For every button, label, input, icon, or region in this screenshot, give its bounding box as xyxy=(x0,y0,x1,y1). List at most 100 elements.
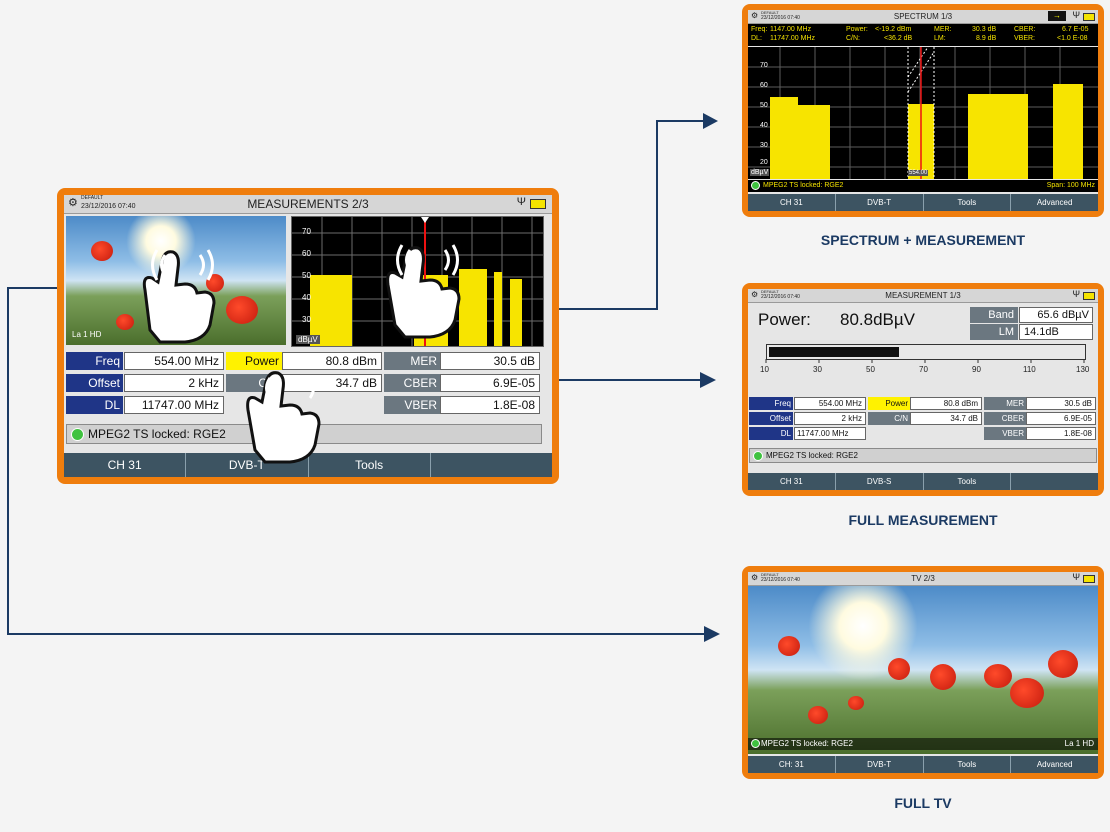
spectrum-caption: SPECTRUM + MEASUREMENT xyxy=(820,232,1026,248)
tick-20: 20 xyxy=(760,159,768,166)
measurement-caption: FULL MEASUREMENT xyxy=(848,512,998,528)
lock-status-text: MPEG2 TS locked: RGE2 xyxy=(763,182,844,189)
softkey-tools[interactable]: Tools xyxy=(924,194,1012,211)
softkey-channel[interactable]: CH: 31 xyxy=(748,756,836,773)
lm-label[interactable]: LM xyxy=(970,324,1018,340)
cn-label[interactable]: C/N xyxy=(868,412,910,425)
freq-label: Freq: xyxy=(751,26,768,33)
softkey-tools[interactable]: Tools xyxy=(924,473,1012,490)
antenna-icon: Ψ xyxy=(1072,289,1080,299)
battery-icon xyxy=(1083,575,1095,583)
spectrum-plot[interactable]: 70 60 50 40 30 20 dBµV 554.00 xyxy=(748,47,1098,179)
band-label[interactable]: Band xyxy=(970,307,1018,323)
softkey-channel[interactable]: CH 31 xyxy=(748,194,836,211)
scale-70: 70 xyxy=(919,365,928,374)
tv-device-screen: ⚙ DEFAULT 23/12/2016 07:40 TV 2/3 Ψ MPEG… xyxy=(742,566,1104,779)
lock-status: MPEG2 TS locked: RGE2 xyxy=(749,448,1097,463)
cber-label[interactable]: CBER xyxy=(984,412,1026,425)
screen-title: MEASUREMENT 1/3 xyxy=(885,291,961,300)
mer-value: 30.5 dB xyxy=(1026,397,1096,410)
power-value: 80.8dBµV xyxy=(840,310,916,329)
tick-70: 70 xyxy=(760,62,768,69)
hand-tap-icon xyxy=(142,246,461,464)
softkey-standard[interactable]: DVB-T xyxy=(836,756,924,773)
tick-60: 60 xyxy=(760,82,768,89)
softkey-bar: CH 31 DVB-T Tools Advanced xyxy=(748,194,1098,211)
tv-channel-label: La 1 HD xyxy=(1064,739,1094,748)
power-level-fill xyxy=(769,347,900,357)
scale-50: 50 xyxy=(866,365,875,374)
header-bar: ⚙ DEFAULT 23/12/2016 07:40 MEASUREMENT 1… xyxy=(748,289,1098,303)
vber-value: 1.8E-08 xyxy=(1026,427,1096,440)
tv-status-overlay: MPEG2 TS locked: RGE2 La 1 HD xyxy=(748,738,1098,750)
measurement-device-screen: ⚙ DEFAULT 23/12/2016 07:40 MEASUREMENT 1… xyxy=(742,283,1104,496)
scale-10: 10 xyxy=(760,365,769,374)
battery-icon xyxy=(1083,292,1095,300)
lock-status-text: MPEG2 TS locked: RGE2 xyxy=(766,451,858,460)
lm-label: LM: xyxy=(934,35,946,42)
power-level-bar xyxy=(766,344,1086,360)
softkey-standard[interactable]: DVB-S xyxy=(836,473,924,490)
tv-picture[interactable]: MPEG2 TS locked: RGE2 La 1 HD xyxy=(748,586,1098,754)
lock-status: MPEG2 TS locked: RGE2 Span: 100 MHz xyxy=(748,180,1098,192)
lm-value: 14.1dB xyxy=(1019,324,1093,340)
power-value: 80.8 dBm xyxy=(910,397,982,410)
power-label[interactable]: Power xyxy=(868,397,910,410)
scale-110: 110 xyxy=(1023,365,1036,374)
antenna-icon: Ψ xyxy=(1072,10,1080,20)
measurement-info-strip: Freq: 1147.00 MHz DL: 11747.00 MHz Power… xyxy=(748,24,1098,46)
softkey-bar: CH 31 DVB-S Tools xyxy=(748,473,1098,490)
vber-label[interactable]: VBER xyxy=(984,427,1026,440)
header-bar: ⚙ DEFAULT 23/12/2016 07:40 SPECTRUM 1/3 … xyxy=(748,10,1098,24)
power-value: <-19.2 dBm xyxy=(875,26,912,33)
cn-value: 34.7 dB xyxy=(910,412,982,425)
lock-status-text: MPEG2 TS locked: RGE2 xyxy=(761,739,853,748)
marker-frequency: 554.00 xyxy=(908,170,929,176)
input-arrow-icon: → xyxy=(1048,11,1066,21)
screen-title: SPECTRUM 1/3 xyxy=(893,12,953,21)
lock-icon xyxy=(751,180,760,190)
lock-icon xyxy=(753,450,763,461)
cber-value: 6.7 E-05 xyxy=(1062,26,1089,33)
offset-label: Offset xyxy=(749,412,793,425)
softkey-empty[interactable] xyxy=(1011,473,1098,490)
power-label: Power: xyxy=(846,26,868,33)
mer-label[interactable]: MER xyxy=(984,397,1026,410)
softkey-bar: CH: 31 DVB-T Tools Advanced xyxy=(748,756,1098,773)
antenna-icon: Ψ xyxy=(1072,572,1080,582)
softkey-channel[interactable]: CH 31 xyxy=(748,473,836,490)
softkey-standard[interactable]: DVB-T xyxy=(836,194,924,211)
dl-value[interactable]: 11747.00 MHz xyxy=(794,427,866,440)
tv-caption: FULL TV xyxy=(894,795,952,811)
tick-40: 40 xyxy=(760,122,768,129)
dl-value: 11747.00 MHz xyxy=(770,35,816,42)
lm-value: 8.9 dB xyxy=(976,35,997,42)
vber-label: VBER: xyxy=(1014,35,1036,42)
softkey-tools[interactable]: Tools xyxy=(924,756,1012,773)
cn-label: C/N: xyxy=(846,35,860,42)
scale-30: 30 xyxy=(813,365,822,374)
spectrum-device-screen: ⚙ DEFAULT 23/12/2016 07:40 SPECTRUM 1/3 … xyxy=(742,4,1104,217)
scale-130: 130 xyxy=(1076,365,1090,374)
screen-title: TV 2/3 xyxy=(911,574,935,583)
power-label: Power: xyxy=(758,310,811,329)
offset-value[interactable]: 2 kHz xyxy=(794,412,866,425)
freq-value: 1147.00 MHz xyxy=(770,26,812,33)
freq-value[interactable]: 554.00 MHz xyxy=(794,397,866,410)
freq-label: Freq xyxy=(749,397,793,410)
softkey-advanced[interactable]: Advanced xyxy=(1011,194,1098,211)
spectrum-unit: dBµV xyxy=(750,169,770,176)
header-bar: ⚙ DEFAULT 23/12/2016 07:40 TV 2/3 Ψ xyxy=(748,572,1098,586)
softkey-advanced[interactable]: Advanced xyxy=(1011,756,1098,773)
cn-value: <36.2 dB xyxy=(884,35,913,42)
lock-icon xyxy=(751,739,760,749)
vber-value: <1.0 E-08 xyxy=(1057,35,1088,42)
tick-30: 30 xyxy=(760,142,768,149)
cber-label: CBER: xyxy=(1014,26,1036,33)
battery-icon xyxy=(1083,13,1095,21)
mer-label: MER: xyxy=(934,26,952,33)
mer-value: 30.3 dB xyxy=(972,26,997,33)
spectrum-chart xyxy=(748,47,1098,179)
cber-value: 6.9E-05 xyxy=(1026,412,1096,425)
scale-90: 90 xyxy=(972,365,981,374)
